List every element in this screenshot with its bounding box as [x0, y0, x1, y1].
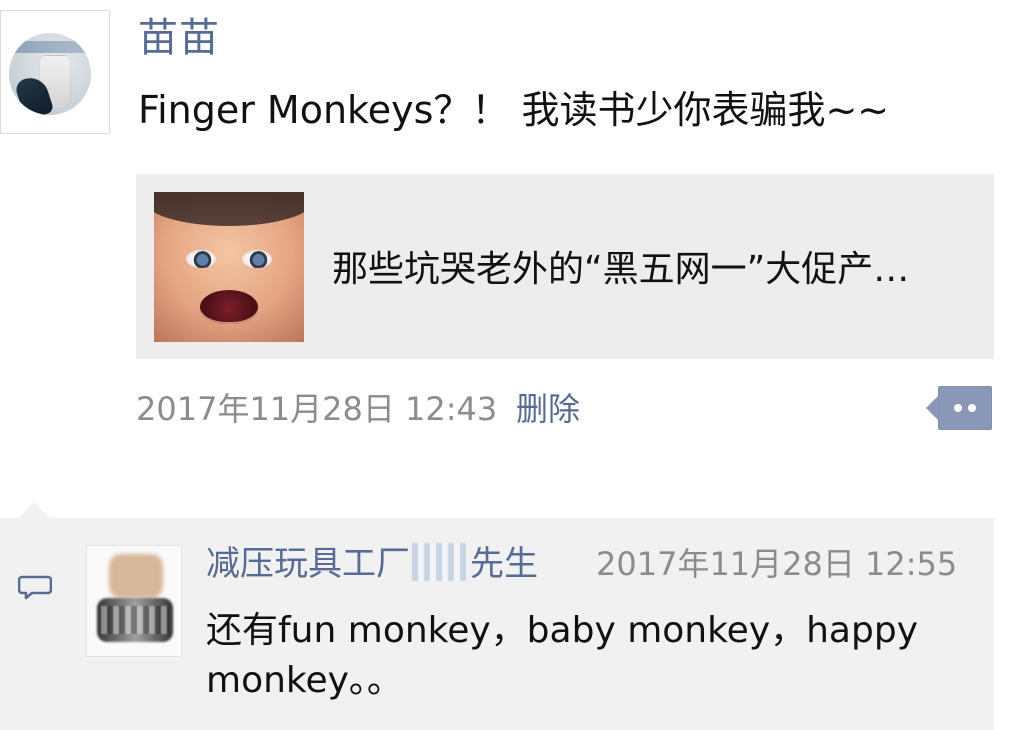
more-dots-icon [954, 404, 962, 412]
shared-link-thumbnail [154, 192, 304, 342]
shared-link-title: 那些坑哭老外的“黑五网一”大促产… [332, 249, 910, 290]
commenter-avatar-blur-pattern [101, 606, 169, 634]
thumbnail-hair-shape [154, 192, 304, 226]
post-timestamp: 2017年11月28日 12:43 [136, 390, 498, 428]
shared-link-card[interactable]: 那些坑哭老外的“黑五网一”大促产… [136, 174, 994, 359]
thumbnail-right-eye [242, 250, 272, 268]
commenter-name[interactable]: 减压玩具工厂 先生 [206, 540, 538, 588]
post-text: Finger Monkeys？！ 我读书少你表骗我~~ [138, 88, 890, 132]
commenter-name-suffix: 先生 [470, 544, 538, 584]
commenter-avatar-blur-top [109, 554, 163, 598]
poster-avatar-image [9, 33, 91, 115]
redacted-name-segment [412, 543, 468, 581]
comment-text: 还有fun monkey，baby monkey，happy monkey。。 [206, 610, 919, 701]
thumbnail-mouth [200, 290, 258, 324]
moments-feed: 苗苗 Finger Monkeys？！ 我读书少你表骗我~~ 那些坑哭老外的“黑… [0, 0, 1022, 730]
delete-post-link[interactable]: 删除 [516, 386, 580, 432]
poster-avatar[interactable] [0, 10, 110, 134]
poster-username[interactable]: 苗苗 [138, 14, 220, 62]
commenter-avatar[interactable] [86, 545, 182, 657]
comment-timestamp: 2017年11月28日 12:55 [596, 545, 958, 583]
comment-bubble-icon [18, 575, 52, 600]
avatar-background-strip [9, 41, 91, 53]
commenter-name-prefix: 减压玩具工厂 [206, 544, 410, 584]
more-actions-button[interactable] [926, 386, 992, 430]
thumbnail-left-eye [186, 250, 216, 268]
more-dots-icon [968, 404, 976, 412]
